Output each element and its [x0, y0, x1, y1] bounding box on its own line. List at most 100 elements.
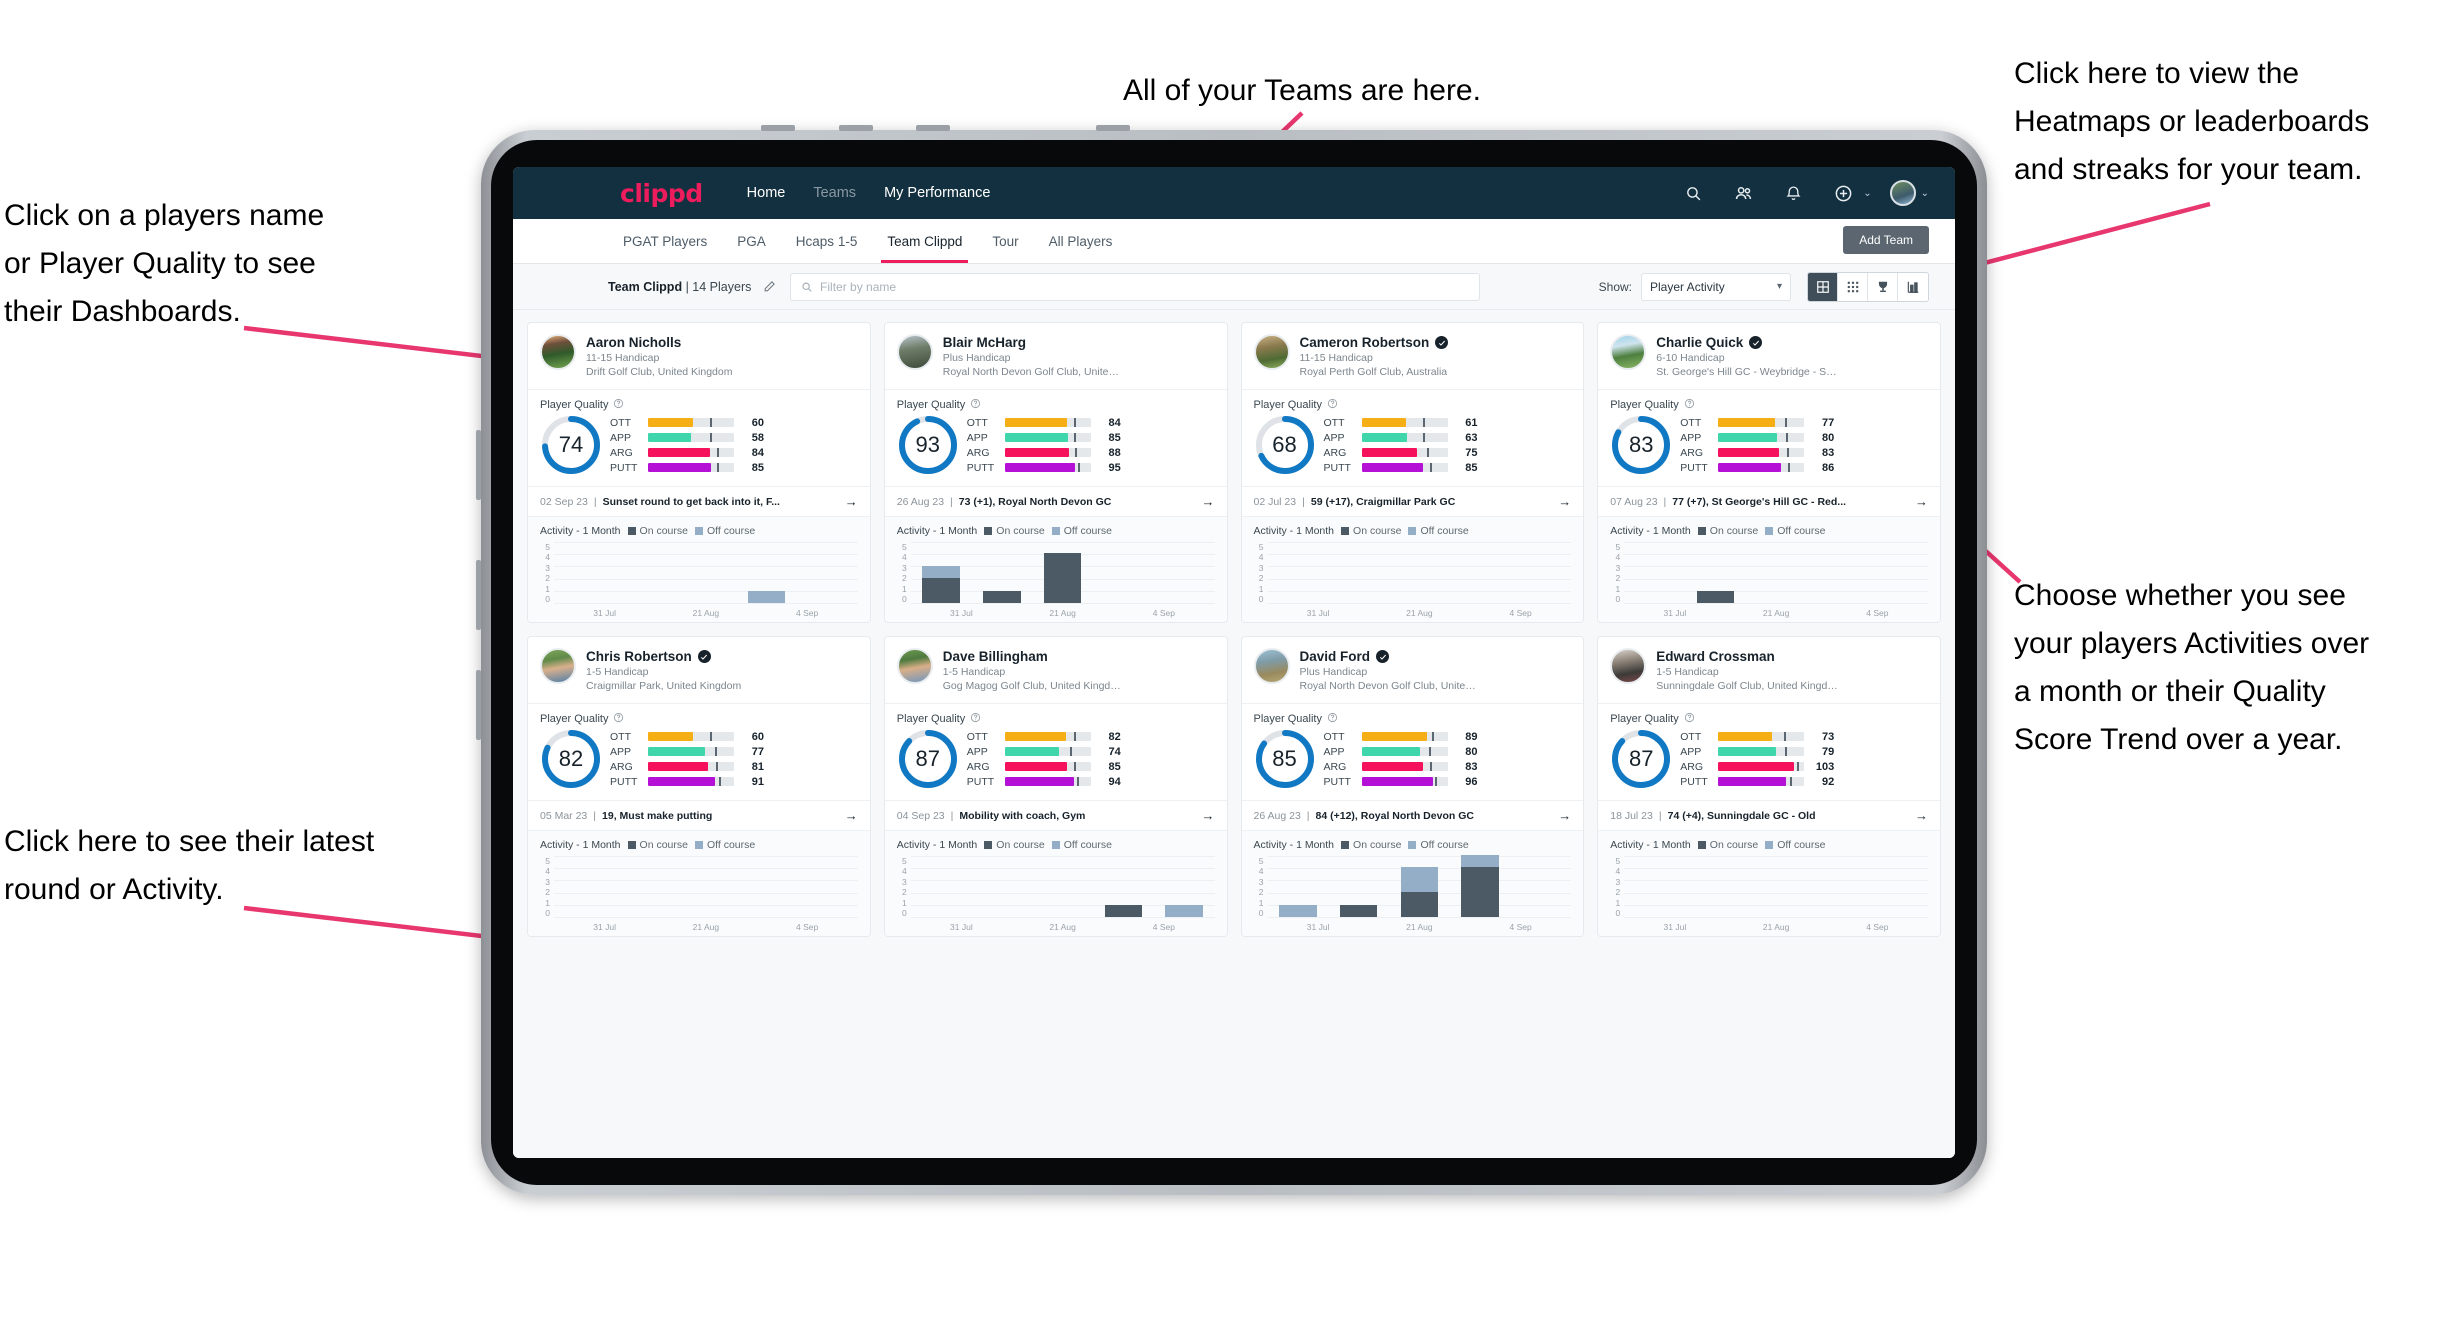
player-quality-section[interactable]: Player Quality 93 OTT 84 APP 85 ARG 88 P…	[884, 389, 1227, 486]
player-card[interactable]: Edward Crossman 1-5 Handicap Sunningdale…	[1597, 636, 1941, 937]
leaderboard-view-icon[interactable]	[1898, 272, 1928, 301]
player-card-header[interactable]: Edward Crossman 1-5 Handicap Sunningdale…	[1598, 637, 1940, 703]
round-arrow-icon[interactable]: →	[1915, 808, 1928, 823]
round-arrow-icon[interactable]: →	[845, 808, 858, 823]
people-icon[interactable]	[1728, 178, 1758, 208]
volume-up-button[interactable]	[761, 125, 795, 131]
tab-team-clippd[interactable]: Team Clippd	[872, 219, 977, 263]
player-card[interactable]: Blair McHarg Plus Handicap Royal North D…	[883, 322, 1228, 623]
nav-link-my-performance[interactable]: My Performance	[870, 185, 1004, 201]
player-quality-ring[interactable]: 87	[897, 728, 959, 790]
help-icon[interactable]	[1684, 712, 1695, 726]
add-team-button[interactable]: Add Team	[1843, 226, 1929, 254]
edit-pencil-icon[interactable]	[763, 280, 776, 293]
player-name[interactable]: Dave Billingham	[943, 648, 1125, 665]
card-view-icon[interactable]	[1808, 272, 1838, 301]
player-avatar[interactable]	[1610, 648, 1647, 684]
player-avatar[interactable]	[540, 648, 576, 684]
player-quality-section[interactable]: Player Quality 87 OTT 73 APP 79 ARG 103 …	[1598, 703, 1940, 800]
extra-top-button[interactable]	[1096, 125, 1130, 131]
player-card-header[interactable]: David Ford Plus Handicap Royal North Dev…	[1242, 637, 1584, 703]
plus-circle-icon[interactable]	[1828, 178, 1858, 208]
player-avatar[interactable]	[1253, 334, 1290, 370]
tab-pga[interactable]: PGA	[722, 219, 781, 263]
player-quality-ring[interactable]: 85	[1254, 728, 1316, 790]
player-name[interactable]: Edward Crossman	[1656, 648, 1838, 665]
player-avatar[interactable]	[896, 334, 933, 370]
avatar[interactable]	[1889, 180, 1916, 206]
avatar-chevron-down-icon[interactable]: ⌄	[1921, 188, 1929, 199]
player-card-header[interactable]: Aaron Nicholls 11-15 Handicap Drift Golf…	[528, 323, 870, 389]
player-card[interactable]: Chris Robertson 1-5 Handicap Craigmillar…	[527, 636, 871, 937]
latest-round-row[interactable]: 26 Aug 23 | 73 (+1), Royal North Devon G…	[884, 486, 1227, 516]
show-select[interactable]: Player Activity ▾	[1641, 272, 1791, 301]
player-card-header[interactable]: Charlie Quick 6-10 Handicap St. George's…	[1598, 323, 1940, 389]
latest-round-row[interactable]: 05 Mar 23 | 19, Must make putting →	[528, 800, 870, 830]
latest-round-row[interactable]: 02 Sep 23 | Sunset round to get back int…	[528, 486, 870, 516]
help-icon[interactable]	[970, 398, 981, 412]
player-name[interactable]: Chris Robertson	[586, 648, 741, 665]
tab-hcaps-1-5[interactable]: Hcaps 1-5	[781, 219, 873, 263]
player-quality-section[interactable]: Player Quality 87 OTT 82 APP 74 ARG 85 P…	[884, 703, 1227, 800]
player-card[interactable]: Cameron Robertson 11-15 Handicap Royal P…	[1240, 322, 1585, 623]
side-button-2[interactable]	[476, 560, 481, 630]
trophy-view-icon[interactable]	[1868, 272, 1898, 301]
tab-tour[interactable]: Tour	[977, 219, 1033, 263]
player-avatar[interactable]	[540, 334, 576, 370]
player-quality-section[interactable]: Player Quality 74 OTT 60 APP 58 ARG 84 P…	[528, 389, 870, 486]
player-name[interactable]: Aaron Nicholls	[586, 334, 732, 351]
search-input[interactable]	[820, 279, 1470, 294]
player-avatar[interactable]	[1610, 334, 1647, 370]
help-icon[interactable]	[1684, 398, 1695, 412]
player-avatar[interactable]	[896, 648, 933, 684]
player-quality-ring[interactable]: 93	[897, 414, 959, 476]
player-quality-ring[interactable]: 68	[1254, 414, 1316, 476]
latest-round-row[interactable]: 04 Sep 23 | Mobility with coach, Gym →	[884, 800, 1227, 830]
player-name[interactable]: Charlie Quick	[1656, 334, 1838, 351]
player-name[interactable]: Blair McHarg	[943, 334, 1125, 351]
side-button-3[interactable]	[476, 670, 481, 740]
search-filter-box[interactable]	[790, 272, 1481, 301]
player-quality-ring[interactable]: 82	[540, 728, 602, 790]
volume-down-button[interactable]	[839, 125, 873, 131]
player-card-header[interactable]: Cameron Robertson 11-15 Handicap Royal P…	[1242, 323, 1584, 389]
help-icon[interactable]	[1327, 712, 1338, 726]
round-arrow-icon[interactable]: →	[1915, 494, 1928, 509]
player-card[interactable]: Aaron Nicholls 11-15 Handicap Drift Golf…	[527, 322, 871, 623]
help-icon[interactable]	[613, 398, 624, 412]
player-quality-section[interactable]: Player Quality 82 OTT 60 APP 77 ARG 81 P…	[528, 703, 870, 800]
help-icon[interactable]	[1327, 398, 1338, 412]
round-arrow-icon[interactable]: →	[1558, 494, 1571, 509]
player-name[interactable]: Cameron Robertson	[1300, 334, 1449, 351]
clippd-logo[interactable]: clippd	[620, 179, 703, 208]
player-name[interactable]: David Ford	[1300, 648, 1482, 665]
player-card[interactable]: Dave Billingham 1-5 Handicap Gog Magog G…	[883, 636, 1228, 937]
player-avatar[interactable]	[1253, 648, 1290, 684]
nav-link-teams[interactable]: Teams	[799, 185, 870, 201]
power-button[interactable]	[916, 125, 950, 131]
help-icon[interactable]	[970, 712, 981, 726]
player-quality-ring[interactable]: 83	[1610, 414, 1672, 476]
round-arrow-icon[interactable]: →	[1202, 494, 1215, 509]
round-arrow-icon[interactable]: →	[1558, 808, 1571, 823]
plus-chevron-down-icon[interactable]: ⌄	[1863, 188, 1871, 199]
player-card[interactable]: Charlie Quick 6-10 Handicap St. George's…	[1597, 322, 1941, 623]
bell-icon[interactable]	[1778, 178, 1808, 208]
player-card-header[interactable]: Chris Robertson 1-5 Handicap Craigmillar…	[528, 637, 870, 703]
round-arrow-icon[interactable]: →	[1202, 808, 1215, 823]
player-quality-section[interactable]: Player Quality 85 OTT 89 APP 80 ARG 83 P…	[1241, 703, 1584, 800]
player-card-header[interactable]: Dave Billingham 1-5 Handicap Gog Magog G…	[885, 637, 1227, 703]
latest-round-row[interactable]: 02 Jul 23 | 59 (+17), Craigmillar Park G…	[1241, 486, 1584, 516]
player-card[interactable]: David Ford Plus Handicap Royal North Dev…	[1240, 636, 1585, 937]
search-icon[interactable]	[1678, 178, 1708, 208]
round-arrow-icon[interactable]: →	[845, 494, 858, 509]
player-card-header[interactable]: Blair McHarg Plus Handicap Royal North D…	[885, 323, 1227, 389]
help-icon[interactable]	[613, 712, 624, 726]
player-quality-ring[interactable]: 74	[540, 414, 602, 476]
player-quality-section[interactable]: Player Quality 83 OTT 77 APP 80 ARG 83 P…	[1598, 389, 1940, 486]
latest-round-row[interactable]: 18 Jul 23 | 74 (+4), Sunningdale GC - Ol…	[1598, 800, 1940, 830]
grid-view-icon[interactable]	[1838, 272, 1868, 301]
player-quality-ring[interactable]: 87	[1610, 728, 1672, 790]
tab-all-players[interactable]: All Players	[1034, 219, 1128, 263]
player-quality-section[interactable]: Player Quality 68 OTT 61 APP 63 ARG 75 P…	[1241, 389, 1584, 486]
